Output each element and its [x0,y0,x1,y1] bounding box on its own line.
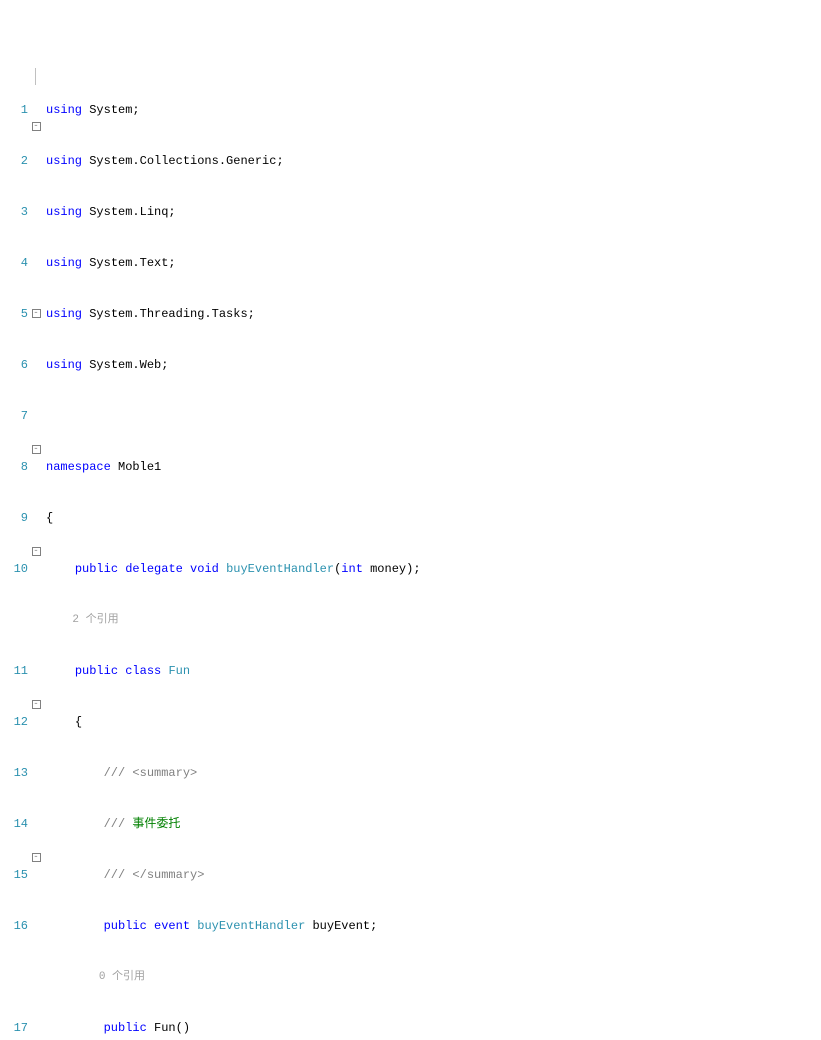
code-line[interactable]: public Fun() [46,1020,497,1037]
fold-gutter: - - - - - - [30,68,42,1040]
code-line[interactable]: using System.Web; [46,357,497,374]
line-number: 8 [0,459,28,476]
code-line[interactable]: /// 事件委托 [46,816,497,833]
line-number: 12 [0,714,28,731]
fold-toggle[interactable]: - [30,697,42,714]
line-number: 6 [0,357,28,374]
line-number-gutter: 1 2 3 4 5 6 7 8 9 10 11 12 13 14 15 16 1… [0,68,30,1040]
fold-toggle[interactable]: - [30,306,42,323]
fold-toggle[interactable]: - [30,544,42,561]
code-line[interactable] [46,408,497,425]
code-line[interactable]: using System.Collections.Generic; [46,153,497,170]
line-number: 17 [0,1020,28,1037]
code-line[interactable]: /// </summary> [46,867,497,884]
code-area[interactable]: using System; using System.Collections.G… [42,68,497,1040]
code-line[interactable]: using System.Threading.Tasks; [46,306,497,323]
fold-toggle[interactable]: - [30,850,42,867]
line-number: 3 [0,204,28,221]
fold-toggle[interactable]: - [30,119,42,136]
code-line[interactable]: public event buyEventHandler buyEvent; [46,918,497,935]
line-number: 16 [0,918,28,935]
code-line[interactable]: using System.Linq; [46,204,497,221]
code-line[interactable]: /// <summary> [46,765,497,782]
codelens[interactable]: 2 个引用 [46,612,497,629]
code-line[interactable]: using System.Text; [46,255,497,272]
code-editor[interactable]: 1 2 3 4 5 6 7 8 9 10 11 12 13 14 15 16 1… [0,68,821,1040]
line-number: 13 [0,765,28,782]
line-number: 10 [0,561,28,578]
code-line[interactable]: namespace Moble1 [46,459,497,476]
line-number: 7 [0,408,28,425]
line-number: 1 [0,102,28,119]
code-line[interactable]: public delegate void buyEventHandler(int… [46,561,497,578]
codelens[interactable]: 0 个引用 [46,969,497,986]
code-line[interactable]: using System; [46,102,497,119]
line-number: 5 [0,306,28,323]
line-number: 11 [0,663,28,680]
line-number: 2 [0,153,28,170]
line-number: 9 [0,510,28,527]
line-number: 15 [0,867,28,884]
code-line[interactable]: { [46,714,497,731]
line-number: 14 [0,816,28,833]
code-line[interactable]: public class Fun [46,663,497,680]
line-number: 4 [0,255,28,272]
fold-toggle[interactable]: - [30,442,42,459]
code-line[interactable]: { [46,510,497,527]
